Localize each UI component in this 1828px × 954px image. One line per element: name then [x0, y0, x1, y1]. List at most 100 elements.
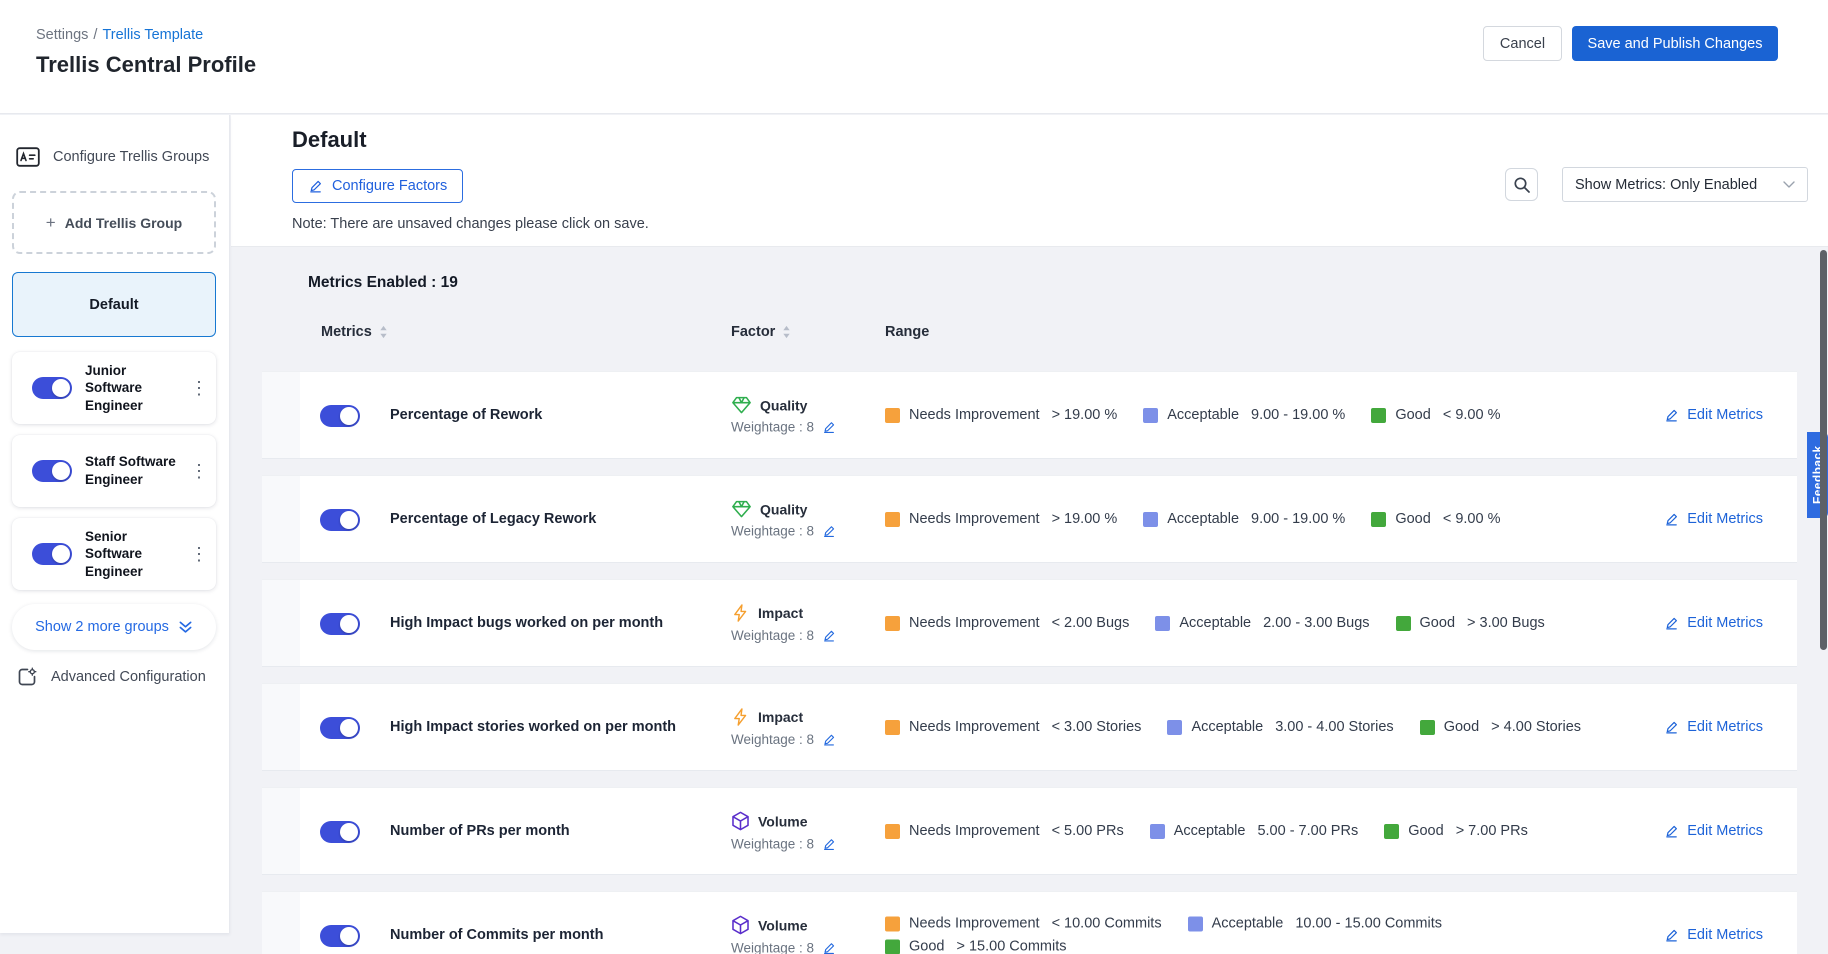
- edit-metrics-button[interactable]: Edit Metrics: [1664, 719, 1763, 735]
- main-header: Default Configure Factors Note: There ar…: [231, 115, 1828, 247]
- factor-name: Quality: [760, 397, 807, 413]
- metric-name: Percentage of Legacy Rework: [390, 476, 710, 562]
- group-card-default[interactable]: Default: [12, 272, 216, 337]
- quality-gem-icon: [731, 500, 752, 519]
- edit-icon: [1664, 408, 1679, 423]
- default-group-label: Default: [89, 297, 138, 313]
- group-toggle[interactable]: [32, 460, 72, 482]
- edit-metrics-button[interactable]: Edit Metrics: [1664, 823, 1763, 839]
- sidebar-section-title: Configure Trellis Groups: [53, 149, 209, 165]
- metric-row: High Impact stories worked on per month …: [262, 683, 1797, 771]
- id-card-icon: [16, 147, 40, 167]
- page-title: Trellis Central Profile: [36, 52, 256, 78]
- add-trellis-group-button[interactable]: + Add Trellis Group: [12, 191, 216, 254]
- factor-name: Volume: [758, 813, 808, 829]
- acceptable-chip: Acceptable 9.00 - 19.00 %: [1143, 407, 1345, 423]
- edit-weightage-icon[interactable]: [822, 837, 836, 851]
- factor-cell: Quality Weightage : 8: [731, 396, 836, 435]
- show-more-groups-button[interactable]: Show 2 more groups: [12, 604, 216, 650]
- weightage-label: Weightage : 8: [731, 837, 814, 852]
- double-chevron-down-icon: [178, 620, 193, 634]
- range-cell: Needs Improvement < 2.00 Bugs Acceptable…: [885, 615, 1630, 631]
- group-card-junior-software-engineer[interactable]: Junior Software Engineer ⋮: [12, 352, 216, 424]
- advanced-configuration-link[interactable]: Advanced Configuration: [16, 666, 206, 688]
- page-header: Settings/Trellis Template Trellis Centra…: [0, 0, 1828, 114]
- edit-weightage-icon[interactable]: [822, 733, 836, 747]
- sort-icon[interactable]: [379, 325, 388, 339]
- group-card-staff-software-engineer[interactable]: Staff Software Engineer ⋮: [12, 435, 216, 507]
- good-swatch: [1420, 720, 1435, 735]
- column-header-factor[interactable]: Factor: [731, 324, 791, 340]
- edit-weightage-icon[interactable]: [822, 420, 836, 434]
- metric-name: High Impact stories worked on per month: [390, 684, 710, 770]
- save-publish-button[interactable]: Save and Publish Changes: [1572, 26, 1778, 61]
- edit-weightage-icon[interactable]: [822, 524, 836, 538]
- metric-name: Number of PRs per month: [390, 788, 710, 874]
- edit-icon: [1664, 824, 1679, 839]
- group-card-senior-software-engineer[interactable]: Senior Software Engineer ⋮: [12, 518, 216, 590]
- column-header-metrics[interactable]: Metrics: [321, 324, 388, 340]
- plus-icon: +: [46, 213, 56, 233]
- sort-icon[interactable]: [782, 325, 791, 339]
- group-name: Junior Software Engineer: [85, 362, 177, 415]
- edit-icon: [1664, 616, 1679, 631]
- metric-toggle[interactable]: [320, 717, 360, 739]
- show-metrics-select[interactable]: Show Metrics: Only Enabled: [1562, 167, 1808, 202]
- factor-name: Impact: [758, 605, 803, 621]
- impact-bolt-icon: [731, 603, 750, 623]
- metric-toggle[interactable]: [320, 405, 360, 427]
- configure-factors-button[interactable]: Configure Factors: [292, 169, 463, 203]
- factor-name: Impact: [758, 709, 803, 725]
- search-button[interactable]: [1505, 168, 1538, 201]
- range-cell: Needs Improvement < 3.00 Stories Accepta…: [885, 719, 1630, 735]
- metric-toggle[interactable]: [320, 509, 360, 531]
- good-swatch: [1384, 824, 1399, 839]
- edit-metrics-button[interactable]: Edit Metrics: [1664, 615, 1763, 631]
- kebab-menu-icon[interactable]: ⋮: [190, 379, 208, 397]
- acceptable-chip: Acceptable 2.00 - 3.00 Bugs: [1155, 615, 1369, 631]
- metric-toggle[interactable]: [320, 925, 360, 947]
- quality-gem-icon: [731, 396, 752, 415]
- chevron-down-icon: [1783, 181, 1795, 188]
- group-toggle[interactable]: [32, 543, 72, 565]
- breadcrumb-settings[interactable]: Settings: [36, 27, 88, 43]
- factor-cell: Volume Weightage : 8: [731, 915, 836, 954]
- needs-improvement-chip: Needs Improvement < 10.00 Commits: [885, 916, 1162, 932]
- column-header-range: Range: [885, 324, 929, 340]
- acceptable-swatch: [1155, 616, 1170, 631]
- edit-metrics-button[interactable]: Edit Metrics: [1664, 511, 1763, 527]
- acceptable-swatch: [1167, 720, 1182, 735]
- table-column-headers: Metrics Factor Range: [262, 324, 1797, 344]
- sidebar: Configure Trellis Groups + Add Trellis G…: [0, 115, 230, 933]
- cancel-button[interactable]: Cancel: [1483, 26, 1562, 61]
- metric-name: Percentage of Rework: [390, 372, 710, 458]
- edit-icon: [1664, 512, 1679, 527]
- good-chip: Good > 15.00 Commits: [885, 939, 1067, 954]
- edit-metrics-button[interactable]: Edit Metrics: [1664, 407, 1763, 423]
- breadcrumb-trellis-template[interactable]: Trellis Template: [102, 27, 203, 43]
- show-metrics-value: Show Metrics: Only Enabled: [1575, 177, 1783, 193]
- metric-toggle[interactable]: [320, 821, 360, 843]
- vertical-scrollbar-thumb[interactable]: [1820, 250, 1827, 650]
- metric-toggle[interactable]: [320, 613, 360, 635]
- edit-weightage-icon[interactable]: [822, 941, 836, 954]
- edit-weightage-icon[interactable]: [822, 629, 836, 643]
- acceptable-swatch: [1143, 408, 1158, 423]
- breadcrumb: Settings/Trellis Template: [36, 27, 203, 43]
- kebab-menu-icon[interactable]: ⋮: [190, 462, 208, 480]
- edit-metrics-button[interactable]: Edit Metrics: [1664, 927, 1763, 943]
- group-toggle[interactable]: [32, 377, 72, 399]
- factor-name: Quality: [760, 501, 807, 517]
- show-more-label: Show 2 more groups: [35, 619, 169, 635]
- acceptable-swatch: [1150, 824, 1165, 839]
- range-cell: Needs Improvement < 5.00 PRs Acceptable …: [885, 823, 1630, 839]
- acceptable-chip: Acceptable 5.00 - 7.00 PRs: [1150, 823, 1359, 839]
- needs-improvement-chip: Needs Improvement > 19.00 %: [885, 511, 1117, 527]
- good-chip: Good < 9.00 %: [1371, 511, 1500, 527]
- metric-row: Percentage of Rework Quality Weightage :…: [262, 371, 1797, 459]
- metrics-panel: Metrics Enabled : 19 Metrics Factor Rang…: [231, 247, 1828, 954]
- kebab-menu-icon[interactable]: ⋮: [190, 545, 208, 563]
- acceptable-chip: Acceptable 9.00 - 19.00 %: [1143, 511, 1345, 527]
- good-swatch: [885, 939, 900, 954]
- needs-improvement-swatch: [885, 824, 900, 839]
